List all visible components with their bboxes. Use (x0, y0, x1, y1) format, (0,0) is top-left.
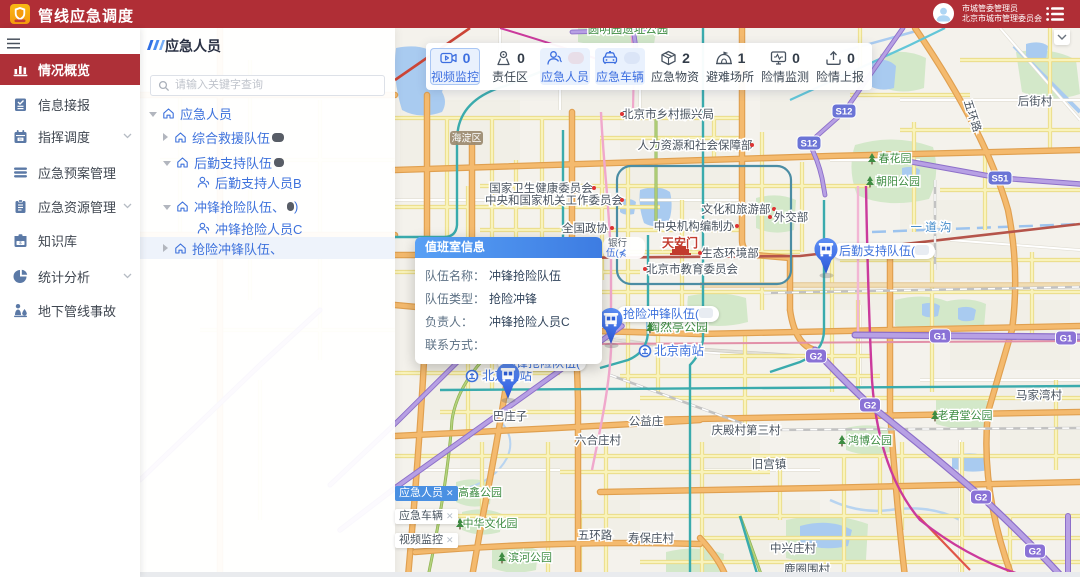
svg-text:马家湾村: 马家湾村 (1016, 388, 1062, 402)
svg-text:庆殿村第三村: 庆殿村第三村 (712, 423, 781, 437)
svg-text:朝阳公园: 朝阳公园 (876, 175, 920, 188)
svg-text:老君堂公园: 老君堂公园 (938, 409, 993, 422)
svg-text:滨河公园: 滨河公园 (508, 550, 552, 564)
svg-text:公益庄: 公益庄 (629, 414, 664, 428)
svg-text:后街村: 后街村 (1018, 94, 1053, 108)
svg-text:G2: G2 (1029, 547, 1042, 558)
svg-text:中央机构编制办: 中央机构编制办 (654, 219, 735, 233)
svg-text:中兴庄村: 中兴庄村 (770, 541, 816, 555)
svg-text:外交部: 外交部 (774, 210, 809, 224)
svg-text:六合庄村: 六合庄村 (575, 433, 621, 447)
svg-text:G2: G2 (810, 352, 823, 363)
svg-text:海淀区: 海淀区 (452, 132, 482, 145)
svg-text:旧宫镇: 旧宫镇 (752, 457, 787, 471)
svg-text:国家卫生健康委员会: 国家卫生健康委员会 (489, 181, 593, 195)
svg-text:S12: S12 (836, 107, 853, 118)
svg-text:一 道 沟: 一 道 沟 (911, 220, 952, 234)
svg-text:五环路: 五环路 (578, 528, 613, 542)
svg-text:寿保庄村: 寿保庄村 (628, 531, 674, 545)
svg-text:文化和旅游部: 文化和旅游部 (702, 202, 771, 216)
svg-text:中央和国家机关工作委员会: 中央和国家机关工作委员会 (485, 193, 623, 207)
svg-text:北京南站: 北京南站 (654, 343, 704, 358)
svg-text:G2: G2 (975, 493, 988, 504)
svg-text:S51: S51 (992, 174, 1010, 185)
svg-text:北京市乡村振兴局: 北京市乡村振兴局 (622, 107, 714, 121)
svg-text:S12: S12 (801, 139, 818, 150)
svg-text:伍(⋠: 伍(⋠ (606, 248, 627, 259)
svg-text:人力资源和社会保障部: 人力资源和社会保障部 (638, 138, 753, 152)
svg-text:In: In (19, 137, 22, 141)
svg-text:生态环境部: 生态环境部 (701, 246, 759, 260)
svg-text:巴庄子: 巴庄子 (493, 409, 528, 423)
svg-text:G1: G1 (934, 332, 947, 343)
svg-text:鸿博公园: 鸿博公园 (848, 433, 892, 447)
svg-text:高鑫公园: 高鑫公园 (458, 485, 502, 499)
svg-text:中华文化园: 中华文化园 (463, 516, 518, 530)
svg-text:全国政协: 全国政协 (562, 221, 608, 235)
svg-text:春花园: 春花园 (879, 152, 912, 165)
svg-text:圆明园遗址公园: 圆明园遗址公园 (588, 28, 669, 36)
svg-text:G1: G1 (1060, 334, 1073, 345)
svg-text:G2: G2 (864, 401, 877, 412)
svg-text:北京市教育委员会: 北京市教育委员会 (646, 262, 738, 276)
